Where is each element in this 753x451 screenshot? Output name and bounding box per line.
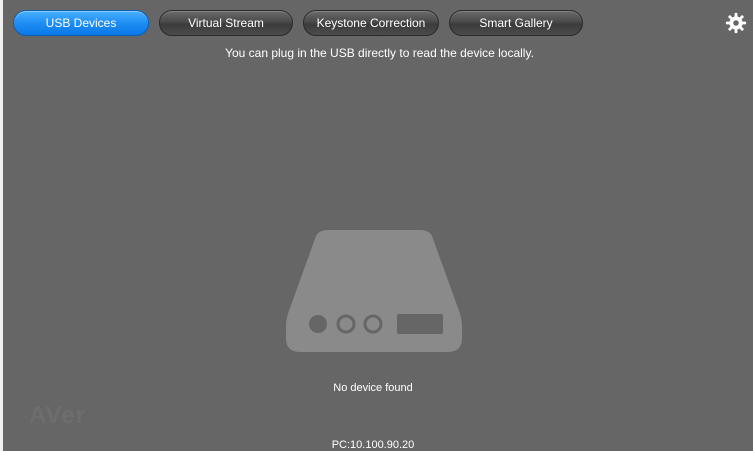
pc-address: PC:10.100.90.20 xyxy=(331,439,415,451)
usb-hint-text: You can plug in the USB directly to read… xyxy=(225,46,534,60)
tab-smart-gallery[interactable]: Smart Gallery xyxy=(449,10,583,36)
tab-usb-devices[interactable]: USB Devices xyxy=(13,10,149,36)
usb-devices-screen: USB Devices Virtual Stream Keystone Corr… xyxy=(0,0,753,451)
tab-keystone-correction[interactable]: Keystone Correction xyxy=(303,10,439,36)
watermark-logo: AVer xyxy=(29,402,86,429)
gear-icon[interactable] xyxy=(725,12,747,34)
tab-virtual-stream[interactable]: Virtual Stream xyxy=(159,10,293,36)
usb-drive-icon xyxy=(286,230,462,352)
status-text: No device found xyxy=(333,382,413,394)
